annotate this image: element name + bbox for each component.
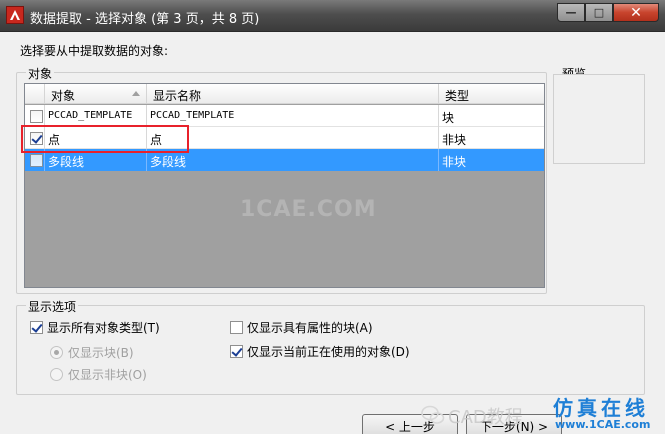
column-type-label: 类型 [445,89,470,103]
minimize-button[interactable]: — [557,3,585,22]
cell-type: 非块 [442,133,467,147]
row-checkbox[interactable] [30,154,43,167]
objects-table: 对象 显示名称 类型 PCCAD_TEMPLATE PCCAD_TEMPLATE… [24,83,545,288]
only-blocks-option[interactable]: 仅显示块(B) [50,344,134,361]
wechat-watermark: CAD教程 [448,407,523,428]
only-attr-blocks-option[interactable]: 仅显示具有属性的块(A) [230,319,373,336]
column-object[interactable]: 对象 [45,84,147,104]
only-non-blocks-label: 仅显示非块(O) [68,368,147,382]
data-extraction-dialog: 数据提取 - 选择对象 (第 3 页，共 8 页) — □ ✕ 选择要从中提取数… [0,0,665,434]
column-type[interactable]: 类型 [439,84,544,104]
show-all-types-label: 显示所有对象类型(T) [47,321,160,335]
only-in-use-checkbox[interactable] [230,345,243,358]
cell-display-name[interactable]: PCCAD_TEMPLATE [147,105,439,127]
close-button[interactable]: ✕ [613,3,659,22]
only-blocks-label: 仅显示块(B) [68,346,134,360]
show-all-types-checkbox[interactable] [30,321,43,334]
window-title: 数据提取 - 选择对象 (第 3 页，共 8 页) [30,12,260,27]
only-blocks-radio[interactable] [50,346,63,359]
only-attr-blocks-checkbox[interactable] [230,321,243,334]
column-object-label: 对象 [51,89,76,103]
cell-display-name[interactable]: 点 [147,127,439,149]
only-non-blocks-option[interactable]: 仅显示非块(O) [50,366,147,383]
objects-group-label: 对象 [26,65,55,82]
cell-object: PCCAD_TEMPLATE [45,105,147,127]
wechat-icon [421,405,445,425]
cell-type: 块 [442,111,455,125]
annotation-highlight-box [21,125,189,153]
show-all-types-option[interactable]: 显示所有对象类型(T) [30,319,160,336]
site-watermark: 1CAE.COM [240,197,377,222]
brand-watermark-url: www.1CAE.com [555,418,651,431]
sort-ascending-icon [132,91,140,96]
only-in-use-option[interactable]: 仅显示当前正在使用的对象(D) [230,343,410,360]
column-display-name-label: 显示名称 [153,89,202,103]
row-checkbox-cell [25,105,45,127]
table-header: 对象 显示名称 类型 [25,84,544,104]
cell-type: 非块 [442,155,467,169]
window-controls: — □ ✕ [557,3,659,23]
only-non-blocks-radio[interactable] [50,368,63,381]
instruction-label: 选择要从中提取数据的对象: [20,44,169,58]
maximize-button[interactable]: □ [585,3,613,22]
cell-display-name[interactable]: 多段线 [147,149,439,171]
display-options-label: 显示选项 [26,298,79,315]
title-bar[interactable]: 数据提取 - 选择对象 (第 3 页，共 8 页) — □ ✕ [0,0,665,32]
autocad-logo-icon [6,6,24,24]
column-display-name[interactable]: 显示名称 [147,84,439,104]
preview-pane [553,74,645,164]
header-checkbox-column [25,84,45,104]
brand-watermark-cn: 仿真在线 [553,396,649,420]
table-row[interactable]: PCCAD_TEMPLATE PCCAD_TEMPLATE 块 [25,105,544,127]
only-attr-blocks-label: 仅显示具有属性的块(A) [247,321,373,335]
only-in-use-label: 仅显示当前正在使用的对象(D) [247,345,410,359]
row-checkbox[interactable] [30,110,43,123]
